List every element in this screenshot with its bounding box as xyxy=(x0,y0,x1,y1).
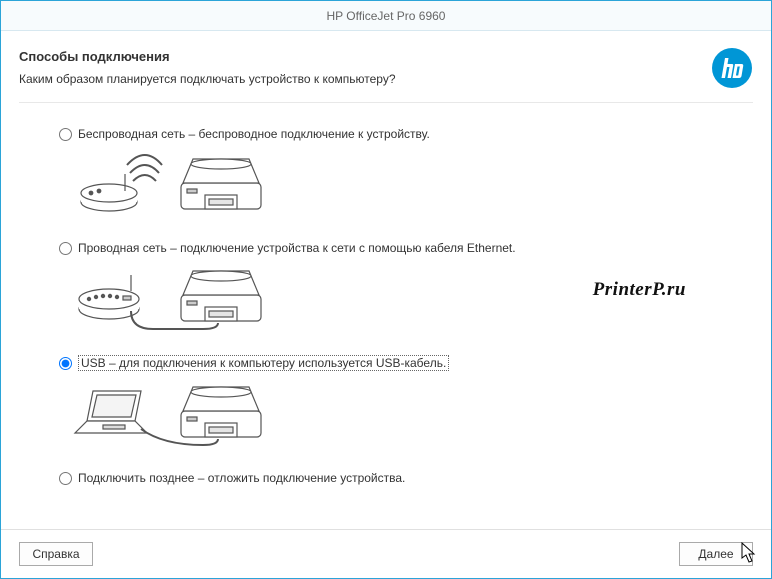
radio-wireless[interactable] xyxy=(59,128,72,141)
option-ethernet-label: Проводная сеть – подключение устройства … xyxy=(78,241,516,255)
option-wireless-label: Беспроводная сеть – беспроводное подключ… xyxy=(78,127,430,141)
option-wireless[interactable]: Беспроводная сеть – беспроводное подключ… xyxy=(59,127,753,141)
watermark-text: PrinterP.ru xyxy=(593,279,686,301)
option-usb-label: USB – для подключения к компьютеру испол… xyxy=(78,355,449,371)
illustration-usb xyxy=(73,377,273,451)
option-later-label: Подключить позднее – отложить подключени… xyxy=(78,471,405,485)
illustration-wireless xyxy=(73,147,273,221)
radio-usb[interactable] xyxy=(59,357,72,370)
illustration-ethernet xyxy=(73,261,273,335)
next-button[interactable]: Далее xyxy=(679,542,753,566)
window-title: HP OfficeJet Pro 6960 xyxy=(327,9,446,23)
page-subtitle: Каким образом планируется подключать уст… xyxy=(19,72,753,86)
option-ethernet[interactable]: Проводная сеть – подключение устройства … xyxy=(59,241,753,255)
footer-bar: Справка Далее xyxy=(1,529,771,578)
option-later[interactable]: Подключить позднее – отложить подключени… xyxy=(59,471,753,485)
hp-logo-icon xyxy=(711,47,753,89)
help-button[interactable]: Справка xyxy=(19,542,93,566)
radio-later[interactable] xyxy=(59,472,72,485)
window-titlebar: HP OfficeJet Pro 6960 xyxy=(1,1,771,31)
radio-ethernet[interactable] xyxy=(59,242,72,255)
page-title: Способы подключения xyxy=(19,49,753,64)
option-usb[interactable]: USB – для подключения к компьютеру испол… xyxy=(59,355,753,371)
